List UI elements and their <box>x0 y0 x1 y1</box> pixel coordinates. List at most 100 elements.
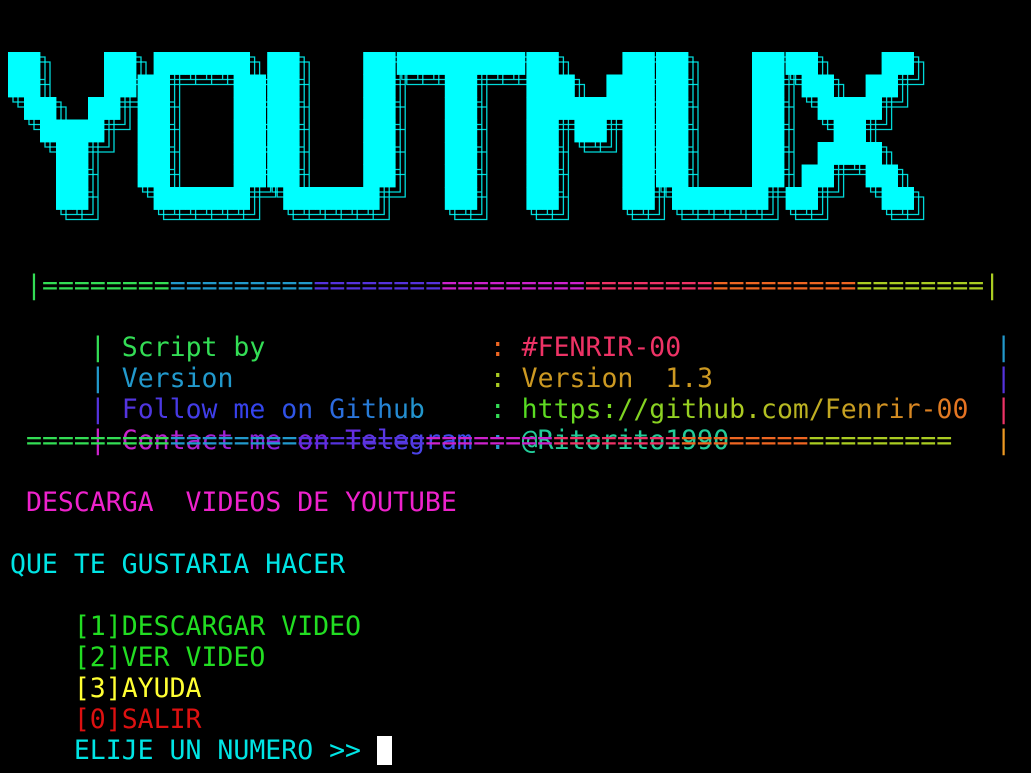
banner-letter-block <box>460 52 478 75</box>
banner-letter-block <box>492 52 510 75</box>
banner-letter-block <box>267 97 284 120</box>
input-line[interactable]: ELIJE UN NUMERO >> <box>10 704 392 766</box>
banner-letter-block <box>526 74 543 98</box>
banner-letter-block <box>768 119 785 143</box>
banner-letter-block <box>460 119 478 143</box>
banner-letter-block <box>267 119 284 143</box>
banner-letter-block <box>120 52 137 75</box>
menu-option-watch[interactable]: [2]VER VIDEO <box>10 611 265 673</box>
banner-letter-block <box>622 142 639 165</box>
banner-letter-block <box>622 52 639 75</box>
banner-letter-block <box>460 142 478 165</box>
banner-letter-block <box>233 52 250 75</box>
banner-letter-block <box>590 97 607 120</box>
banner-letter-block <box>40 119 57 143</box>
menu-option-exit[interactable]: [0]SALIR <box>10 673 202 735</box>
banner-letter-block <box>752 187 769 210</box>
banner-letter-block <box>881 74 898 98</box>
banner-letter-block <box>249 164 266 188</box>
banner-letter-block <box>217 52 234 75</box>
banner-letter-block <box>72 119 89 143</box>
banner-letter-block <box>233 97 250 120</box>
menu-option-help[interactable]: [3]AYUDA <box>10 642 202 704</box>
banner-letter-block <box>363 142 380 165</box>
banner-letter-block <box>88 119 105 143</box>
banner-letter-block <box>622 187 639 210</box>
banner-letter-block <box>672 52 689 75</box>
banner-letter-block <box>622 97 639 120</box>
banner-letter-block <box>153 97 170 120</box>
banner-letter-block <box>347 187 364 210</box>
banner-letter-block <box>574 119 591 143</box>
banner-letter-block <box>672 187 689 210</box>
banner-letter-block <box>672 142 689 165</box>
banner-letter-block <box>444 97 462 120</box>
banner-letter-block <box>833 119 850 143</box>
banner-letter-block <box>137 142 154 165</box>
banner-letter-block <box>542 119 559 143</box>
youtmux-ascii-banner <box>8 52 925 221</box>
banner-letter-block <box>785 187 802 210</box>
banner-letter-block <box>56 187 73 210</box>
banner-letter-block <box>672 97 689 120</box>
banner-letter-block <box>752 142 769 165</box>
banner-letter-block <box>104 52 121 75</box>
banner-letter-block <box>444 164 462 188</box>
banner-letter-block <box>249 142 266 165</box>
banner-letter-block <box>460 97 478 120</box>
banner-letter-block <box>363 97 380 120</box>
banner-letter-block <box>542 164 559 188</box>
banner-letter-block <box>201 187 218 210</box>
banner-letter-block <box>363 187 380 210</box>
banner-letter-block <box>56 119 73 143</box>
banner-letter-block <box>412 52 430 75</box>
banner-letter-block <box>622 119 639 143</box>
banner-letter-block <box>638 97 655 120</box>
banner-letter-block <box>444 187 462 210</box>
banner-letter-block <box>526 52 543 75</box>
banner-letter-block <box>768 74 785 98</box>
banner-letter-block <box>897 187 914 210</box>
banner-letter-block <box>169 187 186 210</box>
banner-letter-block <box>233 164 250 188</box>
banner-letter-block <box>379 97 396 120</box>
banner-letter-block <box>137 97 154 120</box>
banner-letter-block <box>638 119 655 143</box>
banner-letter-block <box>249 74 266 98</box>
banner-letter-block <box>865 97 882 120</box>
banner-letter-block <box>40 97 57 120</box>
banner-letter-block <box>526 164 543 188</box>
banner-letter-block <box>817 97 834 120</box>
banner-letter-block <box>688 187 705 210</box>
banner-letter-block <box>72 142 89 165</box>
banner-letter-block <box>233 74 250 98</box>
banner-letter-block <box>508 52 526 75</box>
text-cursor[interactable] <box>376 736 392 765</box>
banner-letter-block <box>672 119 689 143</box>
banner-letter-block <box>833 142 850 165</box>
banner-letter-block <box>267 74 284 98</box>
banner-letter-block <box>865 164 882 188</box>
banner-letter-block <box>444 119 462 143</box>
menu-option-download[interactable]: [1]DESCARGAR VIDEO <box>10 580 361 642</box>
banner-letter-block <box>379 119 396 143</box>
banner-letter-block <box>542 142 559 165</box>
banner-letter-block <box>752 97 769 120</box>
info-box-bottom-border: ========================================… <box>26 425 953 456</box>
banner-letter-block <box>606 74 623 98</box>
banner-letter-block <box>283 74 300 98</box>
banner-letter-block <box>752 52 769 75</box>
banner-letter-block <box>169 52 186 75</box>
row-right-bar: | <box>995 425 1012 456</box>
banner-letter-block <box>267 164 284 188</box>
banner-letter-block <box>137 74 154 98</box>
banner-letter-block <box>153 164 170 188</box>
banner-letter-block <box>768 142 785 165</box>
banner-letter-block <box>736 187 753 210</box>
banner-letter-block <box>233 119 250 143</box>
banner-letter-block <box>768 52 785 75</box>
banner-letter-block <box>72 164 89 188</box>
banner-letter-block <box>24 74 41 98</box>
banner-letter-block <box>120 74 137 98</box>
banner-letter-block <box>558 74 575 98</box>
